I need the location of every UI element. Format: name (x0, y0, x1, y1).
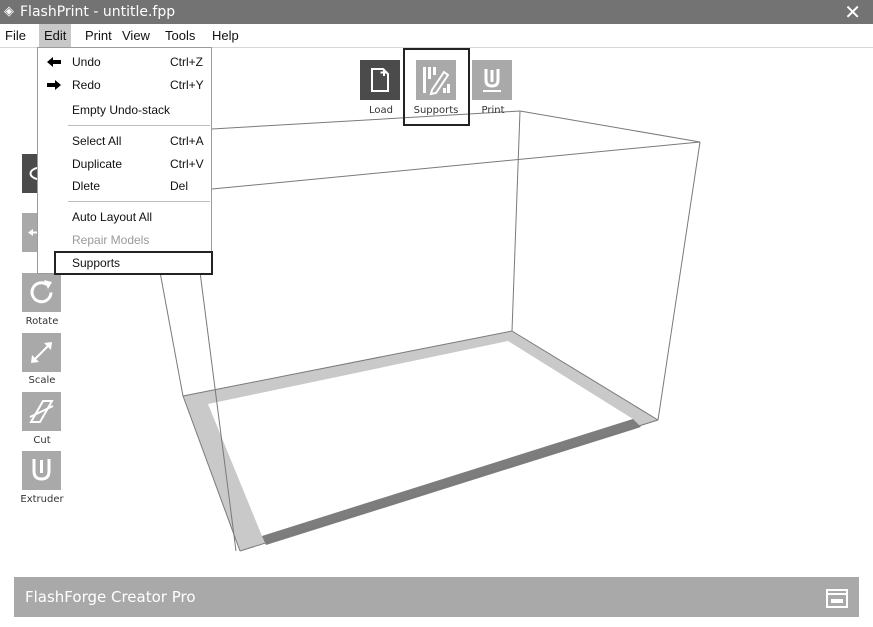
cut-label: Cut (33, 435, 51, 446)
app-logo-icon: ◈ (4, 4, 14, 19)
menu-separator (68, 125, 210, 126)
edit-dropdown-menu: Undo Ctrl+Z Redo Ctrl+Y Empty Undo-stack… (37, 47, 213, 275)
load-label: Load (369, 105, 393, 116)
printer-icon[interactable] (825, 585, 849, 609)
menu-item-select-all[interactable]: Select All Ctrl+A (38, 130, 211, 152)
rotate-icon (30, 280, 53, 304)
load-button[interactable] (360, 60, 400, 100)
menu-print[interactable]: Print (80, 24, 117, 47)
menu-edit[interactable]: Edit (39, 24, 72, 47)
supports-button[interactable] (416, 60, 456, 100)
print-label: Print (481, 105, 505, 116)
supports-label: Supports (413, 105, 459, 116)
print-extruder-icon (483, 69, 501, 92)
menu-item-undo[interactable]: Undo Ctrl+Z (38, 51, 211, 73)
window-title: FlashPrint - untitle.fpp (20, 4, 176, 20)
menu-file[interactable]: File (0, 24, 31, 47)
close-icon[interactable]: ✕ (844, 0, 861, 24)
cut-button[interactable] (22, 392, 61, 431)
menu-item-auto-layout-all[interactable]: Auto Layout All (38, 206, 211, 228)
rotate-button[interactable] (22, 273, 61, 312)
extruder-icon (32, 459, 51, 481)
cut-icon (29, 400, 54, 423)
scale-button[interactable] (22, 333, 61, 372)
supports-icon (423, 67, 450, 96)
scale-icon (31, 342, 52, 363)
menu-separator (68, 201, 210, 202)
menu-item-delete[interactable]: Dlete Del (38, 175, 211, 197)
scale-label: Scale (28, 375, 56, 386)
menu-tools[interactable]: Tools (160, 24, 200, 47)
menu-item-empty-undo-stack[interactable]: Empty Undo-stack (38, 99, 211, 121)
printer-status-bar: FlashForge Creator Pro (14, 577, 859, 617)
title-bar: ◈ FlashPrint - untitle.fpp ✕ (0, 0, 873, 24)
print-button[interactable] (472, 60, 512, 100)
menu-view[interactable]: View (117, 24, 155, 47)
menu-item-supports[interactable]: Supports (54, 251, 213, 275)
menu-item-redo[interactable]: Redo Ctrl+Y (38, 74, 211, 96)
menu-help[interactable]: Help (207, 24, 244, 47)
menu-bar: File Edit Print View Tools Help (0, 24, 873, 48)
load-file-icon (371, 68, 389, 92)
extruder-button[interactable] (22, 451, 61, 490)
menu-item-duplicate[interactable]: Duplicate Ctrl+V (38, 153, 211, 175)
menu-item-repair-models: Repair Models (72, 233, 150, 247)
rotate-label: Rotate (25, 316, 59, 327)
printer-name: FlashForge Creator Pro (25, 588, 196, 606)
extruder-label: Extruder (20, 494, 64, 505)
